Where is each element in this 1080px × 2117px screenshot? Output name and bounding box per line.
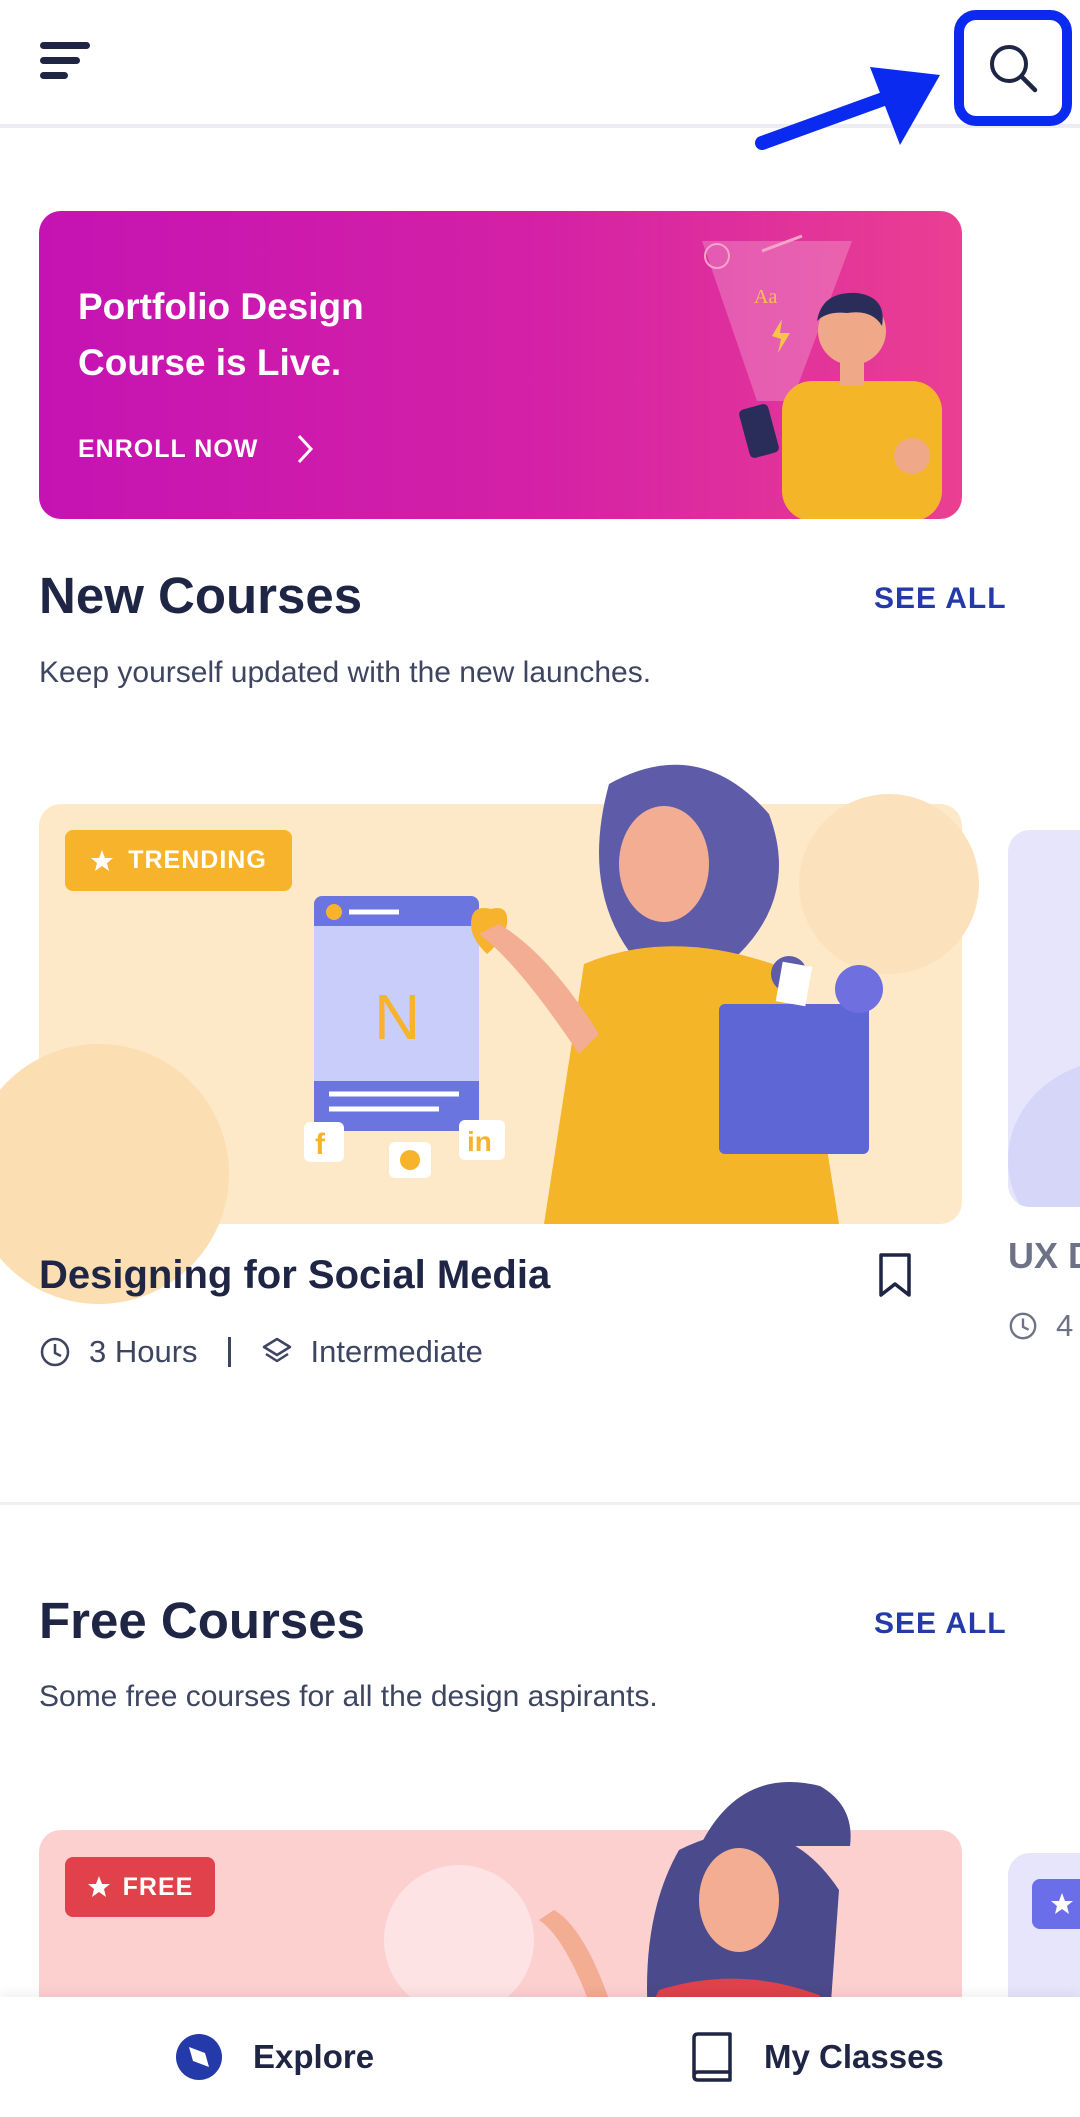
free-badge: FREE — [65, 1857, 215, 1917]
star-icon — [91, 849, 114, 871]
free-courses-see-all-button[interactable]: SEE ALL — [874, 1607, 1007, 1641]
meta-separator — [227, 1337, 231, 1367]
duration-label: 3 Hours — [89, 1334, 198, 1369]
section-divider — [0, 1502, 1080, 1505]
trending-badge-label: TRENDING — [128, 846, 267, 874]
banner-title: Portfolio Design Course is Live. — [78, 279, 498, 391]
new-courses-see-all-button[interactable]: SEE ALL — [874, 582, 1007, 616]
hamburger-line — [40, 57, 80, 64]
banner-title-line2: Course is Live. — [78, 342, 342, 383]
course-card-2-title[interactable]: UX D — [1008, 1235, 1080, 1277]
star-icon — [1051, 1893, 1073, 1914]
banner-illustration: Aa — [702, 234, 942, 519]
bookmark-icon[interactable] — [877, 1252, 913, 1298]
new-courses-title: New Courses — [39, 567, 363, 624]
nav-my-classes-label: My Classes — [764, 2038, 944, 2075]
bottom-navigation: Explore My Classes — [0, 1997, 1080, 2117]
course-card-2-duration: 4 — [1056, 1308, 1074, 1343]
card-2-decoration — [1008, 1060, 1080, 1207]
svg-text:N: N — [374, 981, 420, 1053]
banner-title-line1: Portfolio Design — [78, 286, 364, 327]
svg-text:Aa: Aa — [754, 286, 777, 308]
nav-explore[interactable]: Explore — [175, 1997, 374, 2117]
free-courses-subtitle: Some free courses for all the design asp… — [39, 1680, 658, 1713]
menu-button[interactable] — [40, 38, 92, 82]
star-icon — [87, 1876, 110, 1897]
enroll-now-label: ENROLL NOW — [78, 434, 259, 463]
hamburger-line — [40, 72, 68, 79]
trending-badge: TRENDING — [65, 830, 292, 891]
svg-text:f: f — [315, 1128, 326, 1161]
course-meta: 3 Hours Intermediate — [39, 1334, 483, 1370]
svg-text:in: in — [467, 1126, 492, 1157]
nav-my-classes[interactable]: My Classes — [690, 1997, 944, 2117]
layers-icon — [262, 1337, 291, 1363]
free-badge-label: FREE — [122, 1872, 194, 1901]
compass-icon — [176, 2034, 222, 2080]
course-card-2-meta: 4 — [1008, 1308, 1073, 1344]
course-title[interactable]: Designing for Social Media — [39, 1253, 550, 1298]
course-card-2-image[interactable] — [1008, 830, 1080, 1207]
free-course-card-2-badge — [1032, 1879, 1080, 1929]
nav-explore-label: Explore — [253, 2038, 375, 2075]
chevron-right-icon — [298, 434, 314, 464]
search-button[interactable] — [954, 10, 1072, 126]
search-icon — [990, 45, 1038, 93]
level: Intermediate — [261, 1334, 483, 1370]
new-courses-subtitle: Keep yourself updated with the new launc… — [39, 656, 652, 689]
clock-icon — [1009, 1312, 1037, 1340]
enroll-now-link[interactable]: ENROLL NOW — [78, 433, 314, 465]
duration: 3 Hours — [39, 1334, 198, 1370]
hamburger-menu-icon — [40, 42, 90, 49]
promo-banner[interactable]: Portfolio Design Course is Live. ENROLL … — [39, 211, 962, 519]
clock-icon — [40, 1337, 70, 1367]
free-course-figure-head — [700, 1782, 851, 1846]
level-label: Intermediate — [310, 1334, 483, 1369]
book-icon — [692, 2032, 732, 2082]
annotation-arrow — [755, 67, 940, 150]
free-courses-title: Free Courses — [39, 1592, 365, 1649]
